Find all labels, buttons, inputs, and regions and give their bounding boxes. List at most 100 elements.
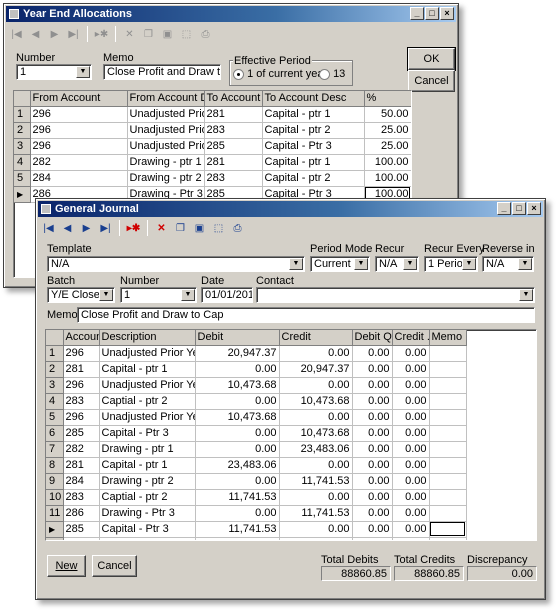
cell-debit[interactable] [195,537,280,540]
cell-description[interactable]: Capital - Ptr 3 [99,521,196,538]
cell-to-account[interactable]: 281 [204,106,263,123]
next-record-icon[interactable]: ▶ [46,26,63,43]
current-row-indicator[interactable]: ▶ [46,521,64,538]
cell-credit-qty[interactable]: 0.00 [392,473,430,490]
cell-percent[interactable]: 50.00 [364,106,411,123]
save-icon[interactable]: ▣ [191,220,208,237]
cell-from-desc[interactable]: Drawing - ptr 2 [127,170,205,187]
cell-description[interactable]: Unadjusted Prior Year P... [99,377,196,394]
radio-selected-icon[interactable] [233,68,244,80]
maximize-button[interactable]: □ [512,202,526,215]
table-row[interactable]: 2 296 Unadjusted Prior Y... 283 Capital … [14,122,411,139]
cell-account[interactable]: 286 [63,505,100,522]
radio-1-of-current-year[interactable]: 1 of current year [233,68,327,80]
delete-record-icon[interactable]: ✕ [121,26,138,43]
row-number[interactable]: 5 [14,170,31,187]
cell-from-desc[interactable]: Drawing - ptr 1 [127,154,205,171]
cell-from-account[interactable]: 282 [30,154,128,171]
close-button[interactable]: × [440,7,454,20]
cell-description[interactable]: Capital - Ptr 3 [99,425,196,442]
cell-to-account[interactable]: 285 [204,138,263,155]
row-number[interactable]: 2 [46,361,64,378]
cell-credit-qty[interactable]: 0.00 [392,425,430,442]
row-number[interactable]: 3 [46,377,64,394]
table-row[interactable]: 6 285 Capital - Ptr 3 0.00 10,473.68 0.0… [46,425,467,442]
save-icon[interactable]: ▣ [159,26,176,43]
cell-description[interactable]: Drawing - Ptr 3 [99,505,196,522]
cell-account[interactable]: 281 [63,457,100,474]
col-percent[interactable]: % [364,91,411,107]
table-row[interactable]: 3 296 Unadjusted Prior Y... 285 Capital … [14,138,411,155]
radio-unselected-icon[interactable] [319,68,330,80]
cell-debit-qty[interactable]: 0.00 [352,505,393,522]
prev-record-icon[interactable]: ◀ [59,220,76,237]
ok-button[interactable]: OK [407,47,456,71]
cell-memo[interactable] [429,505,467,522]
cell-from-account[interactable]: 296 [30,138,128,155]
cell-account[interactable]: 296 [63,409,100,426]
batch-select[interactable]: Y/E Close ▼ [47,287,115,303]
cell-account[interactable]: 296 [63,345,100,362]
chevron-down-icon[interactable]: ▼ [518,258,532,270]
cell-credit[interactable] [279,537,353,540]
cell-debit-qty[interactable] [352,537,393,540]
table-row[interactable]: 1 296 Unadjusted Prior Year P... 20,947.… [46,345,467,362]
cell-debit[interactable]: 11,741.53 [195,521,280,538]
col-credit[interactable]: Credit [279,330,353,346]
cell-description[interactable]: Captial - ptr 2 [99,393,196,410]
row-number[interactable]: 13 [46,537,64,540]
number-select[interactable]: 1 ▼ [120,287,197,303]
first-record-icon[interactable]: |◀ [40,220,57,237]
cell-from-desc[interactable]: Unadjusted Prior Y... [127,106,205,123]
cell-to-desc[interactable]: Capital - ptr 2 [262,170,365,187]
cell-credit[interactable]: 23,483.06 [279,441,353,458]
col-description[interactable]: Description [99,330,196,346]
cell-memo[interactable] [429,409,467,426]
cell-credit-qty[interactable]: 0.00 [392,377,430,394]
period-mode-select[interactable]: Current ▼ [310,256,370,272]
first-record-icon[interactable]: |◀ [8,26,25,43]
chevron-down-icon[interactable]: ▼ [76,66,90,78]
cell-to-desc[interactable]: Capital - ptr 1 [262,154,365,171]
cell-credit[interactable]: 0.00 [279,345,353,362]
cell-debit-qty[interactable]: 0.00 [352,345,393,362]
cell-debit[interactable]: 0.00 [195,425,280,442]
cell-credit[interactable]: 0.00 [279,409,353,426]
cell-debit-qty[interactable]: 0.00 [352,361,393,378]
cell-debit-qty[interactable]: 0.00 [352,425,393,442]
last-record-icon[interactable]: ▶| [97,220,114,237]
cell-debit[interactable]: 10,473.68 [195,377,280,394]
minimize-button[interactable]: _ [497,202,511,215]
cell-account[interactable] [63,537,100,540]
cell-memo[interactable] [429,377,467,394]
export-icon[interactable]: ⬚ [178,26,195,43]
row-number[interactable]: 2 [14,122,31,139]
number-select[interactable]: 1 ▼ [16,64,92,80]
cell-to-desc[interactable]: Capital - Ptr 3 [262,138,365,155]
row-number[interactable]: 6 [46,425,64,442]
cell-percent[interactable]: 25.00 [364,122,411,139]
insert-record-icon[interactable]: ▸✱ [125,220,142,237]
cell-credit-qty[interactable]: 0.00 [392,505,430,522]
export-icon[interactable]: ⬚ [210,220,227,237]
cell-debit[interactable]: 0.00 [195,505,280,522]
cell-credit[interactable]: 11,741.53 [279,473,353,490]
cell-debit[interactable]: 0.00 [195,361,280,378]
cell-credit-qty[interactable]: 0.00 [392,441,430,458]
table-row[interactable]: 2 281 Capital - ptr 1 0.00 20,947.37 0.0… [46,361,467,378]
cell-percent[interactable]: 100.00 [364,154,411,171]
cell-memo[interactable] [429,473,467,490]
cell-debit-qty[interactable]: 0.00 [352,377,393,394]
row-number[interactable]: 3 [14,138,31,155]
row-number[interactable]: 5 [46,409,64,426]
cell-memo[interactable] [429,537,467,540]
current-row-indicator[interactable]: ▶ [14,186,31,203]
table-row[interactable]: 10 283 Captial - ptr 2 11,741.53 0.00 0.… [46,489,467,506]
close-button[interactable]: × [527,202,541,215]
minimize-button[interactable]: _ [410,7,424,20]
chevron-down-icon[interactable]: ▼ [403,258,417,270]
copy-icon[interactable]: ❐ [140,26,157,43]
cell-percent[interactable]: 25.00 [364,138,411,155]
table-row[interactable]: 3 296 Unadjusted Prior Year P... 10,473.… [46,377,467,394]
cell-debit[interactable]: 0.00 [195,393,280,410]
